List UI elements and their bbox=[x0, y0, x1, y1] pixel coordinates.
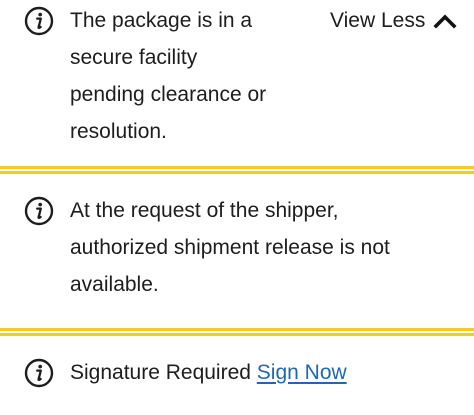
notice-line: The package is in a bbox=[70, 9, 253, 32]
sign-now-link[interactable]: Sign Now bbox=[257, 361, 347, 384]
notice-line: authorized shipment release is not bbox=[70, 236, 390, 259]
divider bbox=[0, 166, 474, 174]
signature-required-label: Signature Required bbox=[70, 361, 251, 384]
shipment-notices: The package is in a secure facility pend… bbox=[0, 0, 474, 415]
notice-line: pending clearance or bbox=[70, 83, 267, 106]
divider bbox=[0, 328, 474, 336]
notice-shipper-request-text: At the request of the shipper, authorize… bbox=[70, 192, 390, 303]
info-icon bbox=[24, 6, 54, 36]
notice-facility-text: The package is in a secure facility pend… bbox=[70, 2, 266, 150]
notice-shipper-request: At the request of the shipper, authorize… bbox=[0, 180, 474, 320]
notice-signature-text: Signature Required Sign Now bbox=[70, 354, 347, 391]
notice-line: resolution. bbox=[70, 120, 167, 143]
notice-line: available. bbox=[70, 273, 159, 296]
view-less-label: View Less bbox=[330, 9, 426, 32]
notice-line: Signature Required Sign Now bbox=[70, 354, 347, 391]
info-icon bbox=[24, 196, 54, 226]
chevron-up-icon bbox=[433, 13, 457, 29]
notice-facility: The package is in a secure facility pend… bbox=[0, 0, 474, 160]
info-icon bbox=[24, 358, 54, 388]
notice-signature: Signature Required Sign Now bbox=[0, 345, 474, 405]
view-less-button[interactable]: View Less bbox=[330, 6, 457, 36]
notice-line: secure facility bbox=[70, 46, 198, 69]
notice-line: At the request of the shipper, bbox=[70, 199, 339, 222]
